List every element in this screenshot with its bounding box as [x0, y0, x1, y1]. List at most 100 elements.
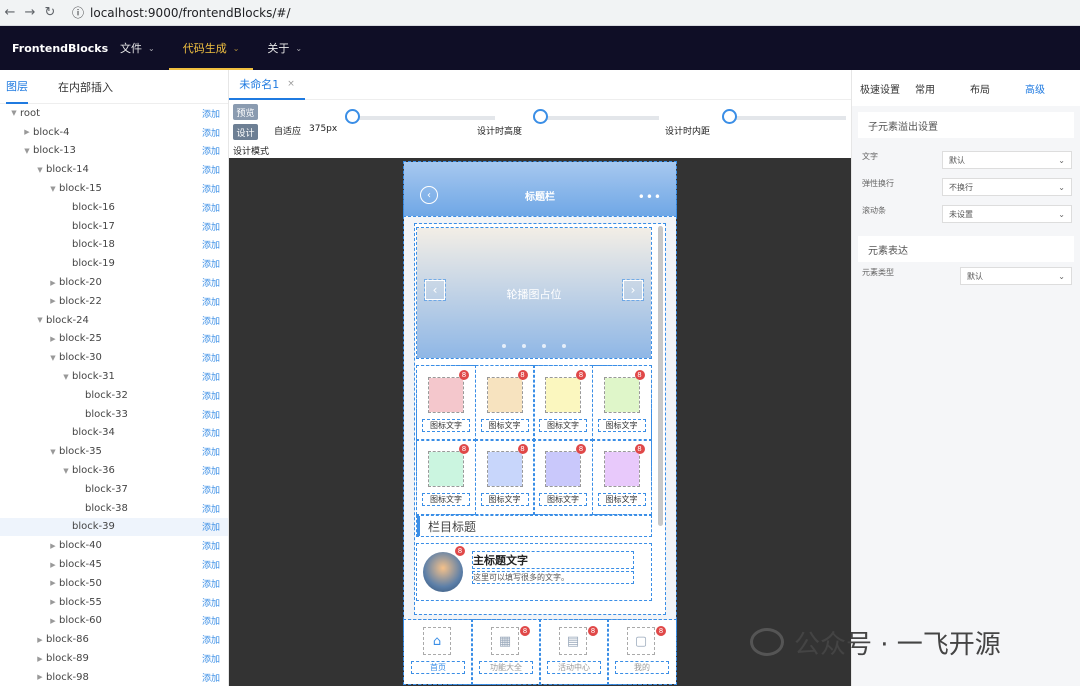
close-icon[interactable]: ×: [287, 79, 295, 89]
more-icon[interactable]: •••: [638, 190, 662, 204]
phone-preview[interactable]: ‹ 标题栏 ••• ‹ 轮播图占位 › 8 图标文字 8 图标文字 8 图标文字 8 图标文字…: [403, 161, 677, 685]
menu-codegen[interactable]: 代码生成 ⌄: [168, 26, 254, 70]
add-link[interactable]: 添加: [202, 408, 220, 421]
grid-item[interactable]: 8 图标文字: [474, 365, 535, 441]
add-link[interactable]: 添加: [202, 633, 220, 646]
scrollbar[interactable]: [658, 226, 663, 526]
caret-down-icon[interactable]: ▼: [34, 166, 46, 174]
tree-node-block-22[interactable]: ▶ block-22 添加: [0, 292, 228, 311]
grid-item[interactable]: 8 图标文字: [591, 365, 652, 441]
caret-right-icon[interactable]: ▶: [47, 598, 59, 606]
add-link[interactable]: 添加: [202, 276, 220, 289]
add-link[interactable]: 添加: [202, 238, 220, 251]
tab-document[interactable]: 未命名1 ×: [229, 70, 305, 100]
tree-node-block-60[interactable]: ▶ block-60 添加: [0, 612, 228, 631]
tree-node-block-37[interactable]: block-37 添加: [0, 480, 228, 499]
grid-item[interactable]: 8 图标文字: [416, 365, 476, 441]
caret-down-icon[interactable]: ▼: [60, 373, 72, 381]
grid-item[interactable]: 8 图标文字: [533, 439, 593, 515]
address-bar[interactable]: ⓘ localhost:9000/frontendBlocks/#/: [72, 4, 291, 21]
carousel-dot[interactable]: [522, 344, 526, 348]
add-link[interactable]: 添加: [202, 370, 220, 383]
tree-node-block-19[interactable]: block-19 添加: [0, 254, 228, 273]
chevron-right-icon[interactable]: ›: [622, 279, 644, 301]
tree-node-block-55[interactable]: ▶ block-55 添加: [0, 593, 228, 612]
caret-right-icon[interactable]: ▶: [34, 673, 46, 681]
grid-item[interactable]: 8 图标文字: [591, 439, 652, 515]
caret-right-icon[interactable]: ▶: [21, 128, 33, 136]
caret-down-icon[interactable]: ▼: [60, 467, 72, 475]
add-link[interactable]: 添加: [202, 445, 220, 458]
tree-node-block-16[interactable]: block-16 添加: [0, 198, 228, 217]
title-bar[interactable]: ‹ 标题栏 •••: [403, 161, 677, 217]
menu-file[interactable]: 文件 ⌄: [106, 26, 169, 70]
back-icon[interactable]: ←: [0, 5, 20, 20]
tree-node-block-17[interactable]: block-17 添加: [0, 217, 228, 236]
add-link[interactable]: 添加: [202, 314, 220, 327]
menu-about[interactable]: 关于 ⌄: [253, 26, 316, 70]
add-link[interactable]: 添加: [202, 577, 220, 590]
caret-right-icon[interactable]: ▶: [34, 636, 46, 644]
tree-node-block-14[interactable]: ▼ block-14 添加: [0, 160, 228, 179]
property-select[interactable]: 不换行 ⌄: [942, 178, 1072, 196]
add-link[interactable]: 添加: [202, 596, 220, 609]
add-link[interactable]: 添加: [202, 426, 220, 439]
tree-node-block-39[interactable]: block-39 添加: [0, 517, 228, 537]
caret-right-icon[interactable]: ▶: [47, 617, 59, 625]
carousel[interactable]: ‹ 轮播图占位 ›: [416, 227, 652, 359]
add-link[interactable]: 添加: [202, 107, 220, 120]
tree-node-block-20[interactable]: ▶ block-20 添加: [0, 273, 228, 292]
tree-node-block-34[interactable]: block-34 添加: [0, 424, 228, 443]
tree-node-block-32[interactable]: block-32 添加: [0, 386, 228, 405]
caret-right-icon[interactable]: ▶: [34, 655, 46, 663]
tab-insert-inside[interactable]: 在内部插入: [58, 79, 113, 95]
element-type-select[interactable]: 默认 ⌄: [960, 267, 1072, 285]
caret-right-icon[interactable]: ▶: [47, 297, 59, 305]
caret-right-icon[interactable]: ▶: [47, 561, 59, 569]
add-link[interactable]: 添加: [202, 163, 220, 176]
caret-down-icon[interactable]: ▼: [21, 147, 33, 155]
list-item[interactable]: 8 主标题文字 这里可以填写很多的文字。: [416, 543, 652, 601]
add-link[interactable]: 添加: [202, 220, 220, 233]
tabbar-item[interactable]: ⌂ 首页: [403, 619, 473, 685]
add-link[interactable]: 添加: [202, 652, 220, 665]
add-link[interactable]: 添加: [202, 464, 220, 477]
add-link[interactable]: 添加: [202, 520, 220, 533]
tree-node-block-13[interactable]: ▼ block-13 添加: [0, 142, 228, 161]
page-content[interactable]: ‹ 轮播图占位 › 8 图标文字 8 图标文字 8 图标文字 8 图标文字 8 图标文字 8 图标文字…: [414, 223, 666, 615]
tab-common[interactable]: 常用: [915, 81, 970, 96]
tree-node-block-24[interactable]: ▼ block-24 添加: [0, 311, 228, 330]
tree-node-block-30[interactable]: ▼ block-30 添加: [0, 348, 228, 367]
caret-down-icon[interactable]: ▼: [47, 448, 59, 456]
grid-item[interactable]: 8 图标文字: [416, 439, 476, 515]
tree-node-block-86[interactable]: ▶ block-86 添加: [0, 630, 228, 649]
tree-node-root[interactable]: ▼ root 添加: [0, 104, 228, 123]
caret-down-icon[interactable]: ▼: [47, 185, 59, 193]
grid-item[interactable]: 8 图标文字: [533, 365, 593, 441]
carousel-dot[interactable]: [542, 344, 546, 348]
preview-button[interactable]: 预览: [233, 104, 258, 120]
caret-right-icon[interactable]: ▶: [47, 579, 59, 587]
add-link[interactable]: 添加: [202, 144, 220, 157]
reload-icon[interactable]: ↻: [40, 5, 60, 20]
tree-node-block-38[interactable]: block-38 添加: [0, 499, 228, 518]
tree-node-block-40[interactable]: ▶ block-40 添加: [0, 536, 228, 555]
tree-node-block-25[interactable]: ▶ block-25 添加: [0, 330, 228, 349]
forward-icon[interactable]: →: [20, 5, 40, 20]
caret-right-icon[interactable]: ▶: [47, 542, 59, 550]
tree-node-block-35[interactable]: ▼ block-35 添加: [0, 442, 228, 461]
carousel-dot[interactable]: [502, 344, 506, 348]
property-select[interactable]: 默认 ⌄: [942, 151, 1072, 169]
tree-node-block-31[interactable]: ▼ block-31 添加: [0, 367, 228, 386]
width-slider-handle[interactable]: [345, 109, 360, 124]
add-link[interactable]: 添加: [202, 126, 220, 139]
height-slider-handle[interactable]: [533, 109, 548, 124]
tabbar-item[interactable]: ▦ 8 功能大全: [471, 619, 541, 685]
tabbar-item[interactable]: ▢ 8 我的: [607, 619, 677, 685]
tree-node-block-98[interactable]: ▶ block-98 添加: [0, 668, 228, 686]
caret-right-icon[interactable]: ▶: [47, 335, 59, 343]
add-link[interactable]: 添加: [202, 332, 220, 345]
tab-layout[interactable]: 布局: [970, 81, 1025, 96]
caret-right-icon[interactable]: ▶: [47, 279, 59, 287]
tabbar-item[interactable]: ▤ 8 活动中心: [539, 619, 609, 685]
